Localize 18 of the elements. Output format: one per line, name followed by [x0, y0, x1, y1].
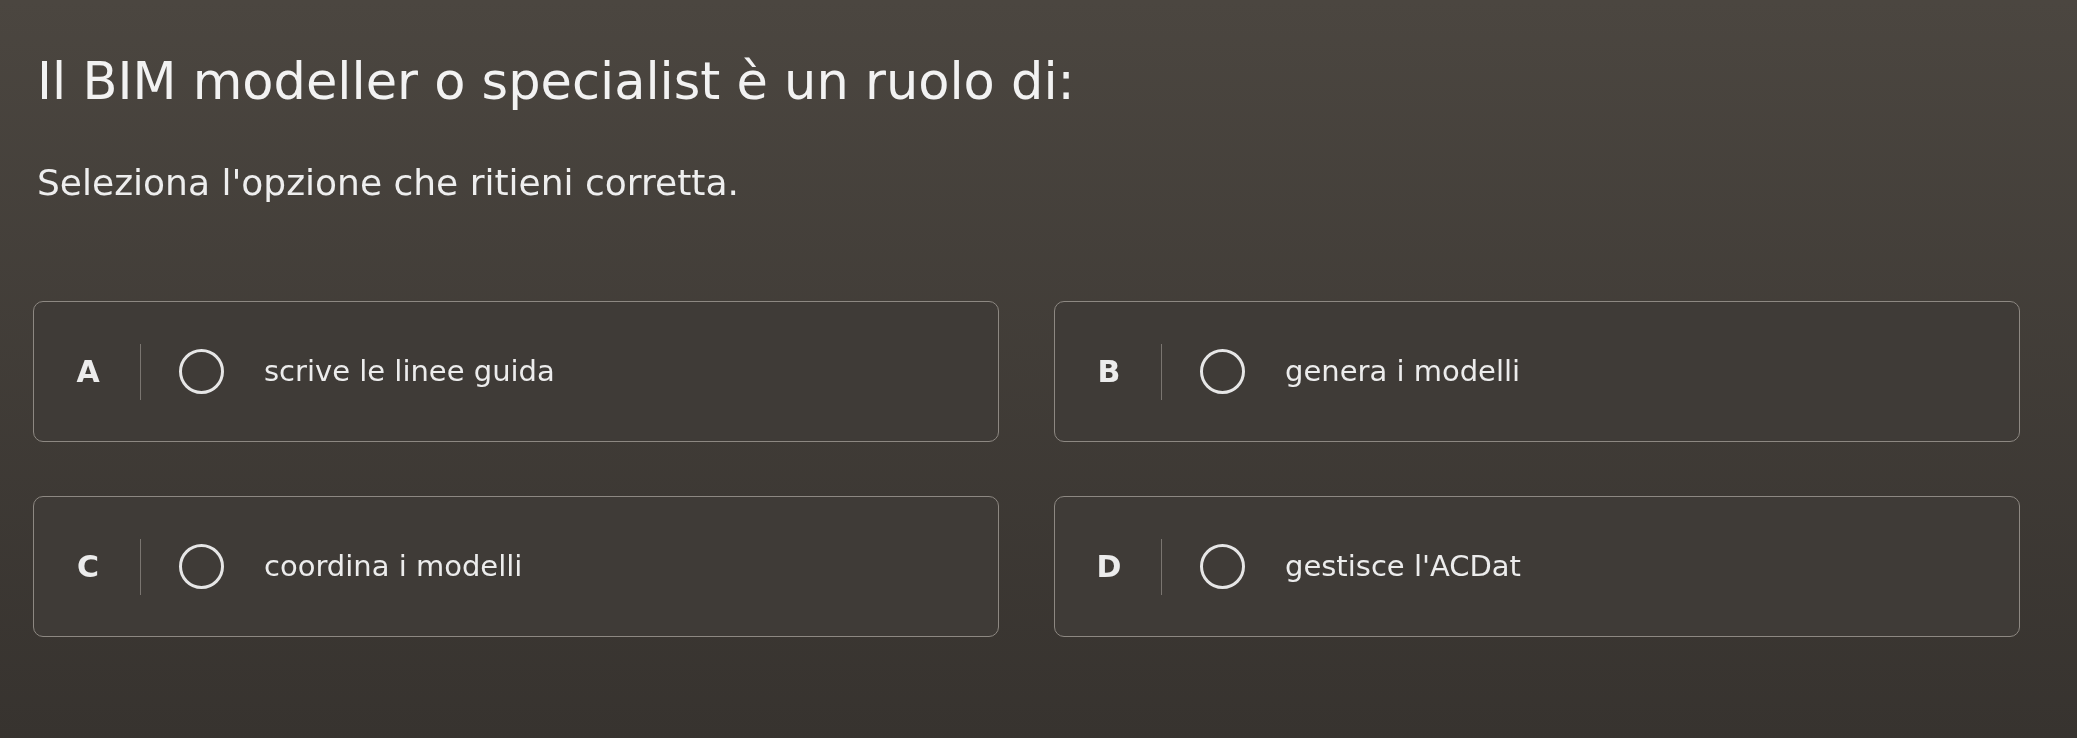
option-letter: C [76, 548, 100, 587]
radio-button[interactable] [179, 544, 224, 590]
radio-button[interactable] [179, 349, 224, 395]
option-text: genera i modelli [1285, 353, 1521, 391]
answer-option[interactable]: B genera i modelli [1054, 301, 2020, 443]
option-text: coordina i modelli [264, 548, 523, 586]
answer-option[interactable]: A scrive le linee guida [33, 301, 999, 443]
option-letter: D [1095, 548, 1123, 587]
option-text: gestisce l'ACDat [1285, 548, 1521, 586]
answer-option[interactable]: D gestisce l'ACDat [1054, 496, 2020, 638]
instruction-text: Seleziona l'opzione che ritieni corretta. [36, 161, 739, 205]
option-letter: A [75, 353, 101, 392]
radio-button[interactable] [1200, 349, 1245, 395]
answer-option[interactable]: C coordina i modelli [33, 496, 999, 638]
option-letter: B [1096, 353, 1122, 392]
radio-button[interactable] [1200, 544, 1245, 590]
option-text: scrive le linee guida [264, 353, 555, 391]
question-title: Il BIM modeller o specialist è un ruolo di: [36, 51, 1075, 113]
